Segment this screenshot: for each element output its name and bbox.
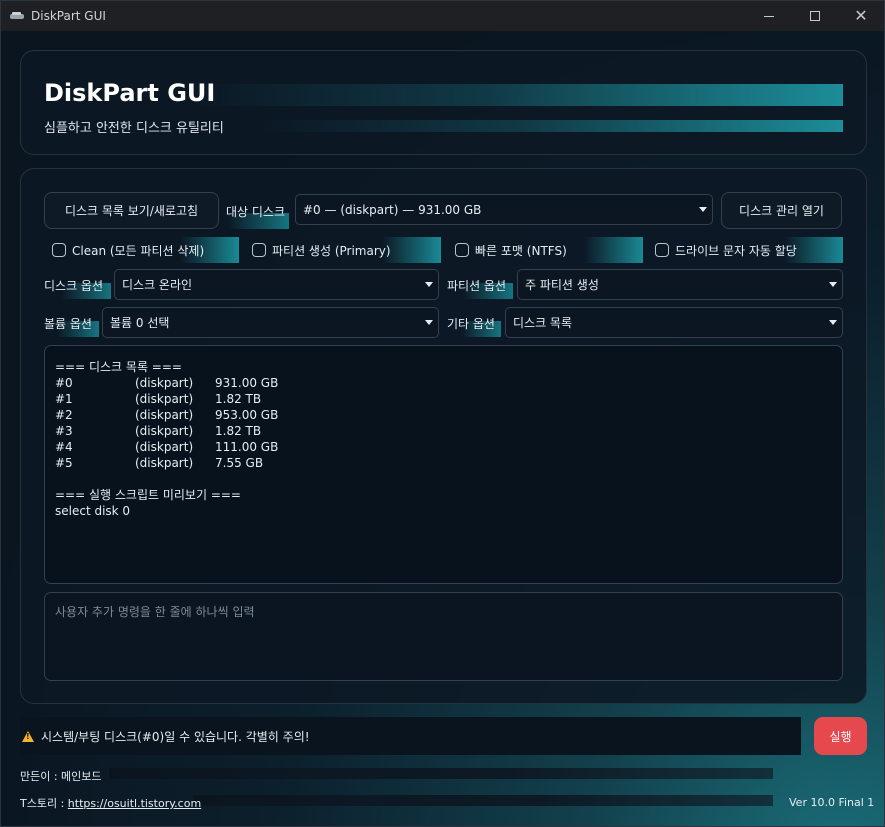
header-card: DiskPart GUI 심플하고 안전한 디스크 유틸리티 <box>20 50 867 155</box>
blog-prefix: T스토리 : <box>20 797 68 810</box>
other-option-label: 기타 옵션 <box>447 316 495 331</box>
clean-checkbox-label: Clean (모든 파티션 삭제) <box>72 243 205 258</box>
other-option-value: 디스크 목록 <box>513 316 573 330</box>
warning-text: 시스템/부팅 디스크(#0)일 수 있습니다. 각별히 주의! <box>41 729 310 744</box>
maximize-button[interactable] <box>792 1 838 31</box>
footer-decoration <box>109 768 773 779</box>
create-partition-checkbox-label: 파티션 생성 (Primary) <box>272 243 391 258</box>
disk-option-select[interactable]: 디스크 온라인 <box>114 269 439 300</box>
footer-decoration <box>193 795 773 806</box>
auto-letter-checkbox[interactable] <box>655 243 669 257</box>
custom-command-placeholder: 사용자 추가 명령을 한 줄에 하나씩 입력 <box>55 605 255 619</box>
disk-option-label: 디스크 옵션 <box>44 278 104 293</box>
disk-row: #5 (diskpart) 7.55 GB <box>55 456 264 470</box>
warning-bar: 시스템/부팅 디스크(#0)일 수 있습니다. 각별히 주의! <box>20 717 801 755</box>
output-log[interactable]: === 디스크 목록 === #0 (diskpart) 931.00 GB #1(… <box>44 345 843 584</box>
close-icon: ✕ <box>854 6 868 25</box>
quick-format-checkbox[interactable] <box>455 243 469 257</box>
chevron-down-icon <box>425 282 433 287</box>
partition-option-select[interactable]: 주 파티션 생성 <box>517 269 843 300</box>
target-disk-select[interactable]: #0 — (diskpart) — 931.00 GB <box>295 194 713 225</box>
refresh-disks-button[interactable]: 디스크 목록 보기/새로고침 <box>44 192 219 229</box>
chevron-down-icon <box>829 320 837 325</box>
auto-letter-checkbox-row[interactable]: 드라이브 문자 자동 할당 <box>647 237 843 263</box>
warning-icon <box>22 730 34 742</box>
window-title: DiskPart GUI <box>31 9 106 23</box>
disk-option-value: 디스크 온라인 <box>122 278 193 292</box>
disk-row: #0 (diskpart) 931.00 GB <box>55 376 279 390</box>
target-disk-value: #0 — (diskpart) — 931.00 GB <box>303 202 482 217</box>
blog-info: T스토리 : https://osuitl.tistory.com <box>20 795 201 811</box>
minimize-icon <box>764 15 774 17</box>
minimize-button[interactable] <box>746 1 792 31</box>
disk-row: #2 (diskpart) 953.00 GB <box>55 408 279 422</box>
quick-format-checkbox-label: 빠른 포맷 (NTFS) <box>475 243 567 258</box>
title-bar: DiskPart GUI ✕ <box>1 1 884 31</box>
create-partition-checkbox[interactable] <box>252 243 266 257</box>
other-option-select[interactable]: 디스크 목록 <box>505 307 843 338</box>
close-button[interactable]: ✕ <box>838 1 884 31</box>
maker-text: 만든이 : 메인보드 <box>20 770 102 783</box>
header-decoration <box>261 120 843 132</box>
volume-option-select[interactable]: 볼륨 0 선택 <box>102 307 439 338</box>
version-text: Ver 10.0 Final 1 <box>789 796 875 809</box>
script-preview-header: === 실행 스크립트 미리보기 === <box>55 488 241 502</box>
quick-format-checkbox-row[interactable]: 빠른 포맷 (NTFS) <box>446 237 643 263</box>
disk-row: #4 (diskpart) 111.00 GB <box>55 440 279 454</box>
custom-command-input[interactable]: 사용자 추가 명령을 한 줄에 하나씩 입력 <box>44 592 843 681</box>
blog-link[interactable]: https://osuitl.tistory.com <box>68 797 201 810</box>
script-line: select disk 0 <box>55 504 131 518</box>
run-button[interactable]: 실행 <box>814 717 867 755</box>
open-disk-management-button[interactable]: 디스크 관리 열기 <box>721 192 842 229</box>
page-title: DiskPart GUI <box>44 79 216 107</box>
header-decoration <box>191 84 843 106</box>
chevron-down-icon <box>425 320 433 325</box>
disk-list-header: === 디스크 목록 === <box>55 360 182 374</box>
clean-checkbox[interactable] <box>52 243 66 257</box>
drive-icon <box>9 11 25 21</box>
clean-checkbox-row[interactable]: Clean (모든 파티션 삭제) <box>44 237 239 263</box>
disk-row: #1 (diskpart) 1.82 TB <box>55 392 262 406</box>
app-window: DiskPart GUI ✕ DiskPart GUI 심플하고 안전한 디스크… <box>0 0 885 827</box>
maximize-icon <box>810 11 820 21</box>
partition-option-value: 주 파티션 생성 <box>525 278 599 292</box>
volume-option-label: 볼륨 옵션 <box>44 316 92 331</box>
chevron-down-icon <box>699 207 707 212</box>
create-partition-checkbox-row[interactable]: 파티션 생성 (Primary) <box>244 237 441 263</box>
partition-option-label: 파티션 옵션 <box>447 278 507 293</box>
page-subtitle: 심플하고 안전한 디스크 유틸리티 <box>44 121 224 136</box>
chevron-down-icon <box>829 282 837 287</box>
auto-letter-checkbox-label: 드라이브 문자 자동 할당 <box>675 243 797 258</box>
disk-row: #3 (diskpart) 1.82 TB <box>55 424 262 438</box>
target-disk-label: 대상 디스크 <box>226 204 286 219</box>
window-controls: ✕ <box>746 1 884 31</box>
volume-option-value: 볼륨 0 선택 <box>110 316 170 330</box>
